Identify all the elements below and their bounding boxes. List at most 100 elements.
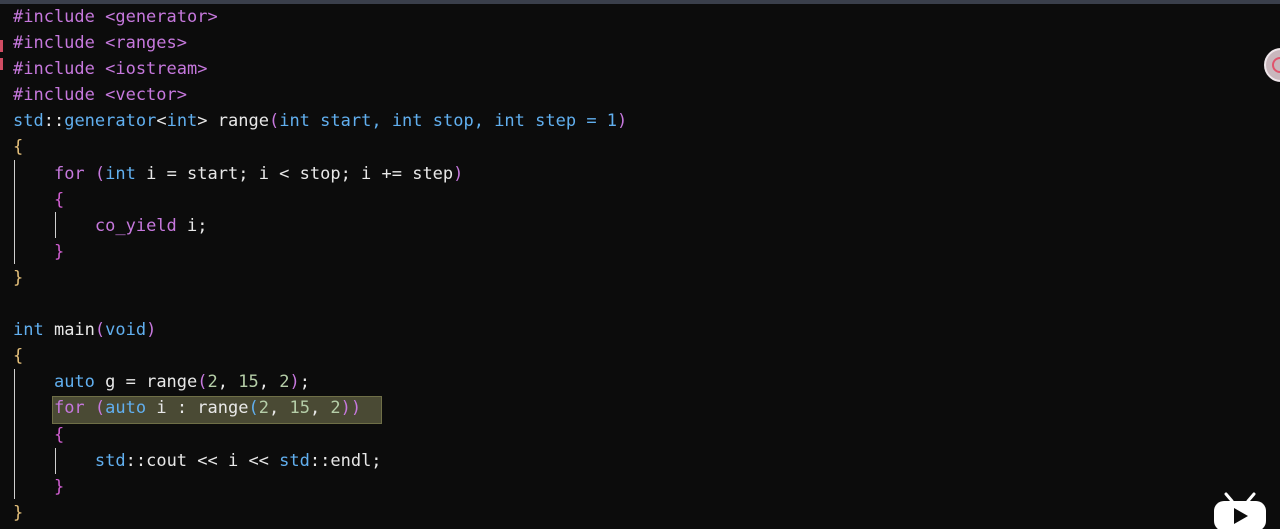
code-token: , <box>258 372 280 393</box>
bilibili-tv-logo <box>1214 492 1266 529</box>
code-token: { <box>53 424 65 445</box>
code-token: start, <box>309 111 392 132</box>
code-token: 15 <box>238 372 259 393</box>
code-token: std <box>94 450 126 471</box>
code-line[interactable]: { <box>13 134 627 160</box>
code-token: } <box>53 476 65 497</box>
code-token: , <box>309 398 331 419</box>
code-line[interactable]: auto g = range(2, 15, 2); <box>13 369 627 395</box>
code-token: ( <box>84 163 106 184</box>
code-token: , <box>217 372 239 393</box>
code-token: { <box>13 137 24 158</box>
code-token: i = start; i < stop; i += step <box>135 163 454 184</box>
code-token: ) <box>289 372 300 393</box>
floating-record-icon[interactable] <box>1264 48 1280 82</box>
code-line[interactable]: co_yield i; <box>13 213 627 239</box>
edge-marker <box>0 40 3 52</box>
code-token: { <box>53 189 65 210</box>
code-line[interactable]: { <box>13 187 627 213</box>
code-line[interactable]: #include <generator> <box>13 4 627 30</box>
code-token: ( <box>84 398 106 419</box>
code-token: 2 <box>330 398 341 419</box>
code-line[interactable]: } <box>13 265 627 291</box>
code-token: endl; <box>330 450 382 471</box>
code-token: :: <box>43 111 65 132</box>
code-token: ; <box>299 372 310 393</box>
code-line[interactable]: } <box>13 239 627 265</box>
code-token: cout << i << <box>146 450 280 471</box>
code-token: #include <iostream> <box>13 59 208 80</box>
code-token: #include <ranges> <box>13 33 187 54</box>
code-token: stop, <box>422 111 495 132</box>
code-line[interactable]: int main(void) <box>13 317 627 343</box>
code-token: int <box>105 163 136 184</box>
code-token: int <box>494 111 525 132</box>
left-edge-markers <box>0 40 3 78</box>
code-token: 2 <box>258 398 269 419</box>
code-token: ( <box>268 111 280 132</box>
code-token: i; <box>176 215 208 236</box>
code-token: { <box>13 346 24 367</box>
code-token: co_yield <box>94 215 177 236</box>
code-token: int <box>391 111 423 132</box>
code-token: ( <box>197 372 208 393</box>
code-line[interactable]: } <box>13 500 627 526</box>
code-token: ) <box>453 163 464 184</box>
code-token: } <box>53 241 65 262</box>
code-token: < <box>156 111 167 132</box>
code-token: > range <box>197 111 269 132</box>
code-token: int <box>13 320 44 341</box>
code-editor[interactable]: #include <generator> #include <ranges> #in… <box>13 4 627 526</box>
code-token: #include <vector> <box>13 85 187 106</box>
code-token: ) <box>146 320 157 341</box>
code-line[interactable]: for (auto i : range(2, 15, 2)) <box>13 395 627 421</box>
code-token: i : range <box>146 398 249 419</box>
code-line[interactable]: #include <ranges> <box>13 30 627 56</box>
code-token: :: <box>309 450 331 471</box>
code-token: std <box>13 111 44 132</box>
code-line[interactable]: } <box>13 474 627 500</box>
code-line[interactable]: std::cout << i << std::endl; <box>13 448 627 474</box>
code-line[interactable]: #include <iostream> <box>13 56 627 82</box>
code-token: :: <box>125 450 147 471</box>
code-token: auto <box>105 398 147 419</box>
code-token: g = range <box>94 372 198 393</box>
code-token: for <box>53 398 85 419</box>
code-line[interactable]: { <box>13 422 627 448</box>
code-token: #include <generator> <box>13 7 218 27</box>
code-token: auto <box>53 372 95 393</box>
code-token: step = 1 <box>524 111 618 132</box>
code-token: , <box>268 398 290 419</box>
code-token: int <box>166 111 198 132</box>
code-token: 2 <box>279 372 290 393</box>
code-token: ) <box>617 111 628 132</box>
code-token: int <box>279 111 310 132</box>
code-token: 2 <box>207 372 218 393</box>
edge-marker <box>0 58 3 70</box>
code-line[interactable]: #include <vector> <box>13 82 627 108</box>
code-token: main <box>43 320 95 341</box>
code-line[interactable] <box>13 291 627 317</box>
code-token: } <box>13 502 24 523</box>
code-token: std <box>279 450 310 471</box>
code-token: ( <box>248 398 259 419</box>
code-token: 15 <box>289 398 310 419</box>
code-token: generator <box>64 111 157 132</box>
code-token: for <box>53 163 85 184</box>
code-line[interactable]: std::generator<int> range(int start, int… <box>13 108 627 134</box>
code-token: )) <box>340 398 362 419</box>
code-token: ( <box>94 320 106 341</box>
code-line[interactable]: { <box>13 343 627 369</box>
code-token: void <box>105 320 147 341</box>
code-line[interactable]: for (int i = start; i < stop; i += step) <box>13 161 627 187</box>
code-token: } <box>13 267 24 288</box>
